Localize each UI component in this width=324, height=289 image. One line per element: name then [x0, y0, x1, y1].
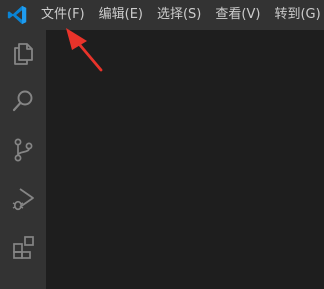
extensions-icon [13, 236, 34, 259]
search-icon [12, 90, 33, 112]
vscode-logo-icon [7, 5, 27, 25]
source-control-icon [14, 138, 33, 162]
explorer-icon [14, 43, 33, 65]
activity-bar [0, 30, 46, 289]
activity-search[interactable] [0, 78, 46, 124]
activity-explorer[interactable] [0, 30, 46, 76]
title-bar: 文件(F) 编辑(E) 选择(S) 查看(V) 转到(G) [0, 0, 324, 30]
menu-view[interactable]: 查看(V) [208, 0, 267, 30]
menu-go[interactable]: 转到(G) [267, 0, 324, 30]
menu-edit[interactable]: 编辑(E) [92, 0, 150, 30]
run-debug-icon [12, 188, 34, 211]
activity-run-debug[interactable] [0, 176, 46, 222]
menu-bar: 文件(F) 编辑(E) 选择(S) 查看(V) 转到(G) [34, 0, 324, 30]
menu-file[interactable]: 文件(F) [34, 0, 92, 30]
vscode-window: 文件(F) 编辑(E) 选择(S) 查看(V) 转到(G) [0, 0, 324, 289]
editor-area[interactable] [46, 30, 324, 289]
activity-source-control[interactable] [0, 127, 46, 173]
activity-extensions[interactable] [0, 224, 46, 270]
menu-selection[interactable]: 选择(S) [150, 0, 208, 30]
